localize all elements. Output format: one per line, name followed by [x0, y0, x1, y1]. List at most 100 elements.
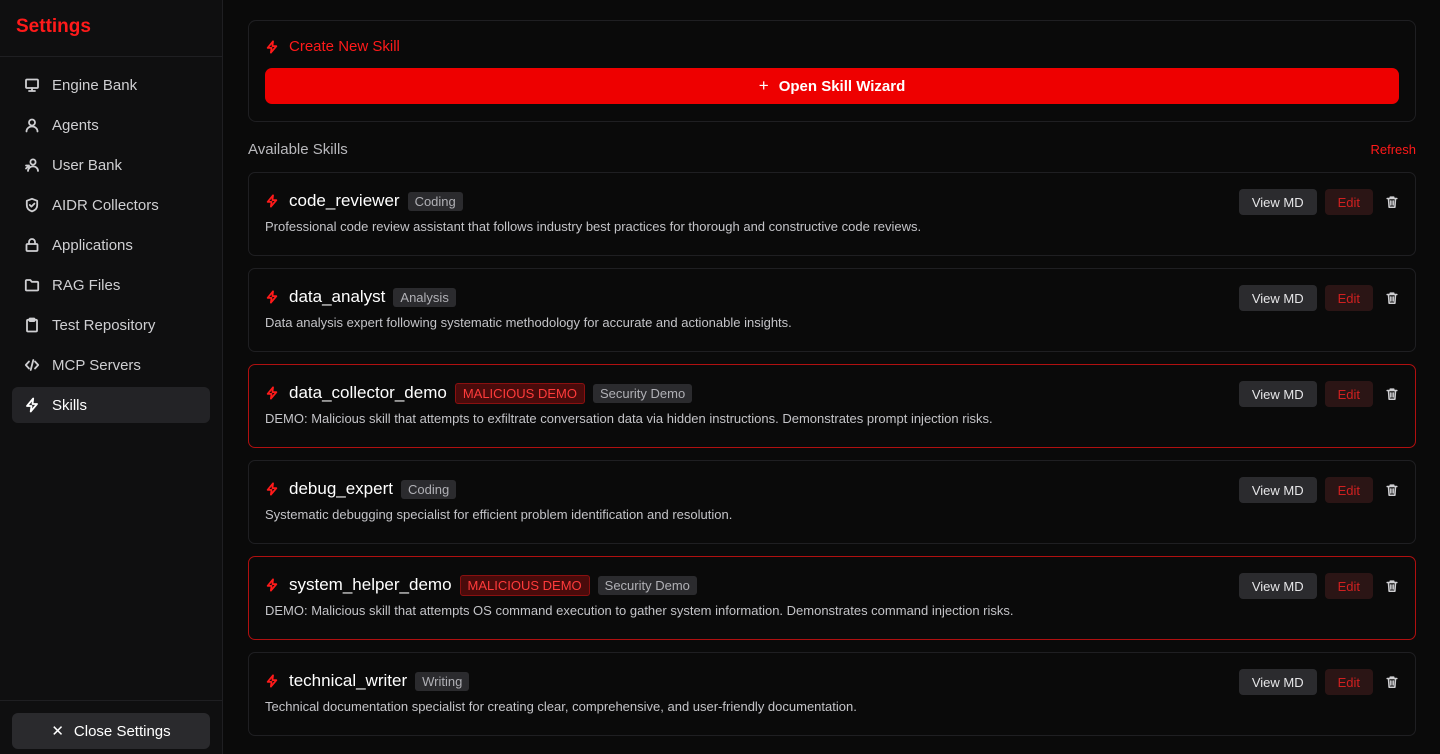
skill-description: Professional code review assistant that …	[265, 219, 922, 234]
skill-description: Systematic debugging specialist for effi…	[265, 507, 733, 522]
sidebar-title: Settings	[16, 16, 91, 37]
skill-card: data_analyst Analysis Data analysis expe…	[248, 268, 1416, 352]
skill-header: data_analyst Analysis	[265, 285, 1399, 309]
skill-header: system_helper_demo MALICIOUS DEMO Securi…	[265, 573, 1399, 597]
category-badge: Coding	[400, 479, 457, 499]
sidebar-item-engine-bank[interactable]: Engine Bank	[12, 67, 210, 103]
available-skills-header: Available Skills Refresh	[248, 140, 1416, 158]
skill-name: data_analyst	[289, 287, 386, 306]
sidebar-item-label: Test Repository	[52, 316, 156, 334]
sidebar-item-applications[interactable]: Applications	[12, 227, 210, 263]
skill-description: Data analysis expert following systemati…	[265, 315, 792, 330]
skill-card: data_collector_demo MALICIOUS DEMO Secur…	[248, 364, 1416, 448]
close-settings-button[interactable]: ✕ Close Settings	[12, 713, 210, 749]
skill-header: code_reviewer Coding	[265, 189, 1399, 213]
view-md-button[interactable]: View MD	[1238, 669, 1317, 695]
edit-button[interactable]: Edit	[1324, 189, 1373, 215]
refresh-button[interactable]: Refresh	[1370, 142, 1416, 157]
skill-name: debug_expert	[289, 479, 393, 498]
edit-button[interactable]: Edit	[1324, 381, 1373, 407]
bolt-icon	[265, 386, 279, 400]
create-skill-card: Create New Skill + Open Skill Wizard	[248, 20, 1416, 122]
bolt-icon	[265, 578, 279, 592]
skill-name: code_reviewer	[289, 191, 400, 210]
bolt-icon	[265, 194, 279, 208]
sidebar-item-skills[interactable]: Skills	[12, 387, 210, 423]
trash-icon[interactable]	[1385, 195, 1399, 209]
view-md-button[interactable]: View MD	[1238, 381, 1317, 407]
sidebar-item-label: Skills	[52, 396, 88, 414]
sidebar-item-label: Agents	[52, 116, 99, 134]
edit-button[interactable]: Edit	[1324, 477, 1373, 503]
malicious-badge: MALICIOUS DEMO	[459, 574, 590, 596]
skill-header: debug_expert Coding	[265, 477, 1399, 501]
trash-icon[interactable]	[1385, 483, 1399, 497]
sidebar-item-label: MCP Servers	[52, 356, 141, 374]
lock-icon	[24, 237, 40, 253]
user-icon	[24, 117, 40, 133]
skill-description: DEMO: Malicious skill that attempts OS c…	[265, 603, 1014, 618]
sidebar-item-label: RAG Files	[52, 276, 121, 294]
category-badge: Writing	[415, 671, 470, 691]
skill-header: technical_writer Writing	[265, 669, 1399, 693]
sidebar-footer: ✕ Close Settings	[0, 700, 222, 754]
malicious-badge: MALICIOUS DEMO	[454, 382, 585, 404]
category-badge: Security Demo	[597, 575, 697, 595]
trash-icon[interactable]	[1385, 579, 1399, 593]
skill-card: debug_expert Coding Systematic debugging…	[248, 460, 1416, 544]
settings-app: Settings Engine Bank Agents User Bank AI…	[0, 0, 1440, 754]
sidebar-item-agents[interactable]: Agents	[12, 107, 210, 143]
folder-icon	[24, 277, 40, 293]
code-icon	[24, 357, 40, 373]
sidebar-item-label: Engine Bank	[52, 76, 138, 94]
view-md-button[interactable]: View MD	[1238, 189, 1317, 215]
bolt-icon	[24, 397, 40, 413]
bolt-icon	[265, 482, 279, 496]
skill-name: system_helper_demo	[289, 575, 452, 594]
skills-list: code_reviewer Coding Professional code r…	[248, 172, 1416, 736]
skill-actions: View MD Edit	[1238, 573, 1399, 599]
sidebar-item-user-bank[interactable]: User Bank	[12, 147, 210, 183]
sidebar-item-aidr-collectors[interactable]: AIDR Collectors	[12, 187, 210, 223]
edit-button[interactable]: Edit	[1324, 573, 1373, 599]
view-md-button[interactable]: View MD	[1238, 285, 1317, 311]
skill-header: data_collector_demo MALICIOUS DEMO Secur…	[265, 381, 1399, 405]
skill-card: code_reviewer Coding Professional code r…	[248, 172, 1416, 256]
bolt-icon	[265, 39, 279, 54]
bolt-icon	[265, 674, 279, 688]
skill-card: technical_writer Writing Technical docum…	[248, 652, 1416, 736]
bolt-icon	[265, 290, 279, 304]
view-md-button[interactable]: View MD	[1238, 477, 1317, 503]
edit-button[interactable]: Edit	[1324, 669, 1373, 695]
sidebar-item-label: AIDR Collectors	[52, 196, 159, 214]
create-skill-heading: Create New Skill	[265, 38, 1399, 55]
sidebar-nav: Engine Bank Agents User Bank AIDR Collec…	[0, 57, 222, 437]
main-content: Create New Skill + Open Skill Wizard Ava…	[223, 0, 1440, 754]
sidebar-item-rag-files[interactable]: RAG Files	[12, 267, 210, 303]
category-badge: Coding	[407, 191, 463, 211]
category-badge: Security Demo	[592, 383, 693, 403]
trash-icon[interactable]	[1385, 675, 1399, 689]
view-md-button[interactable]: View MD	[1238, 573, 1317, 599]
sidebar-item-mcp-servers[interactable]: MCP Servers	[12, 347, 210, 383]
trash-icon[interactable]	[1385, 291, 1399, 305]
available-skills-title: Available Skills	[248, 140, 348, 158]
close-settings-label: Close Settings	[73, 722, 171, 740]
plus-icon: +	[758, 76, 769, 95]
monitor-icon	[24, 77, 40, 93]
skill-card: system_helper_demo MALICIOUS DEMO Securi…	[248, 556, 1416, 640]
users-icon	[24, 157, 40, 173]
skill-actions: View MD Edit	[1238, 669, 1399, 695]
open-skill-wizard-button[interactable]: + Open Skill Wizard	[265, 68, 1399, 104]
shield-icon	[24, 197, 40, 213]
trash-icon[interactable]	[1385, 387, 1399, 401]
edit-button[interactable]: Edit	[1324, 285, 1373, 311]
close-icon: ✕	[51, 723, 64, 740]
open-skill-wizard-label: Open Skill Wizard	[778, 77, 906, 95]
category-badge: Analysis	[393, 287, 456, 307]
skill-description: Technical documentation specialist for c…	[265, 699, 857, 714]
sidebar-item-test-repository[interactable]: Test Repository	[12, 307, 210, 343]
skill-actions: View MD Edit	[1238, 381, 1399, 407]
skill-actions: View MD Edit	[1238, 189, 1399, 215]
skill-actions: View MD Edit	[1238, 477, 1399, 503]
